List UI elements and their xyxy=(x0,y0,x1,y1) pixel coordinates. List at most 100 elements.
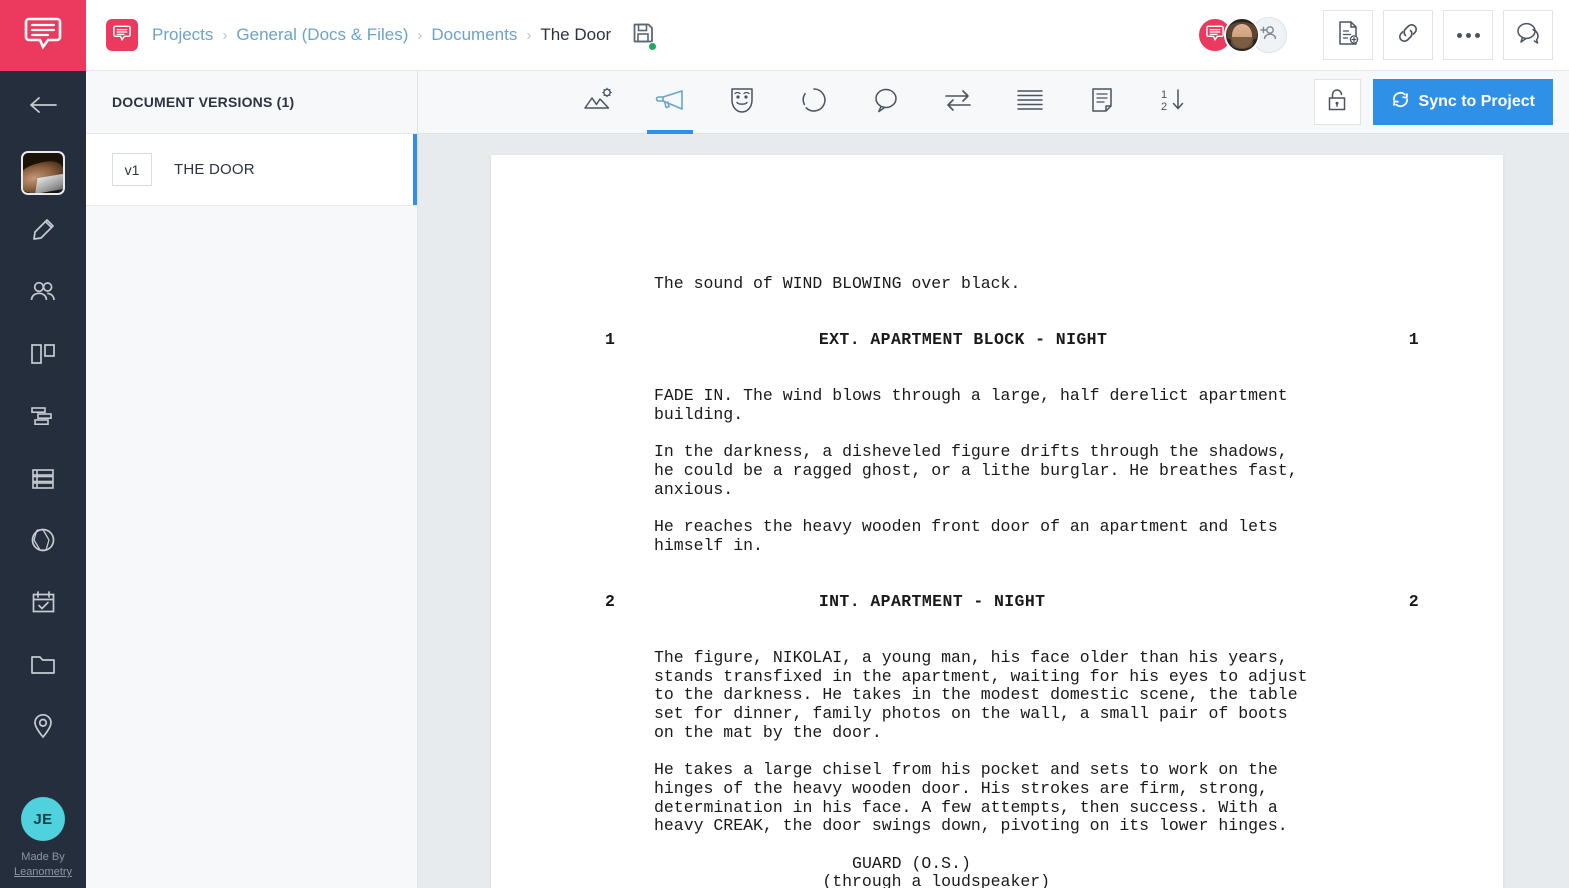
sidebar-item-board[interactable] xyxy=(0,323,86,385)
lock-button[interactable] xyxy=(1313,79,1361,125)
copy-link-button[interactable] xyxy=(1383,10,1433,60)
back-button[interactable] xyxy=(0,71,86,143)
script-parenthetical[interactable]: (through a loudspeaker) xyxy=(491,873,1503,888)
application-window: JE Made By Leanometry Projects › General… xyxy=(0,0,1569,888)
script-action[interactable]: In the darkness, a disheveled figure dri… xyxy=(491,442,1503,499)
script-spacer xyxy=(491,836,1503,855)
export-pdf-button[interactable] xyxy=(1323,10,1373,60)
tool-notes[interactable] xyxy=(1066,71,1138,134)
link-icon xyxy=(1395,20,1421,51)
scene-number-right: 2 xyxy=(1408,591,1419,611)
content-body: DOCUMENT VERSIONS (1) v1 THE DOOR 1 2 Sy… xyxy=(86,71,1569,888)
header-actions xyxy=(1197,10,1553,60)
sidebar-item-project-thumbnail[interactable] xyxy=(0,143,86,199)
align-lines-icon xyxy=(1015,87,1045,118)
scene-number-right: 1 xyxy=(1408,330,1419,350)
script-spacer xyxy=(491,294,1503,313)
sidebar-item-calendar[interactable] xyxy=(0,571,86,633)
breadcrumb-item-general[interactable]: General (Docs & Files) xyxy=(236,25,408,45)
pdf-export-icon xyxy=(1336,20,1360,51)
version-name: THE DOOR xyxy=(174,161,255,178)
script-action[interactable]: FADE IN. The wind blows through a large,… xyxy=(491,386,1503,424)
document-versions-panel: DOCUMENT VERSIONS (1) v1 THE DOOR xyxy=(86,71,418,888)
open-lock-icon xyxy=(1326,87,1348,118)
breadcrumb-separator: › xyxy=(417,26,423,44)
scene-number-left: 2 xyxy=(605,591,616,611)
people-icon xyxy=(29,279,57,305)
script-spacer xyxy=(491,630,1503,649)
script-spacer xyxy=(491,555,1503,574)
version-badge: v1 xyxy=(112,153,152,186)
tool-scenes[interactable] xyxy=(562,71,634,134)
sidebar-item-schedule-gantt[interactable] xyxy=(0,385,86,447)
project-thumbnail-icon xyxy=(21,151,65,195)
script-action[interactable]: The sound of WIND BLOWING over black. xyxy=(491,274,1503,294)
script-scene-heading[interactable]: 1 EXT. APARTMENT BLOCK - NIGHT 1 xyxy=(491,312,1503,368)
kanban-board-icon xyxy=(29,341,57,367)
script-spacer xyxy=(491,499,1503,518)
save-button[interactable] xyxy=(631,21,658,51)
script-action[interactable]: The figure, NIKOLAI, a young man, his fa… xyxy=(491,648,1503,743)
folder-icon xyxy=(29,651,57,677)
main-region: Projects › General (Docs & Files) › Docu… xyxy=(86,0,1569,888)
tool-circle[interactable] xyxy=(778,71,850,134)
breadcrumb-separator: › xyxy=(526,26,532,44)
sidebar-item-breakdown[interactable] xyxy=(0,447,86,509)
sidebar-item-files[interactable] xyxy=(0,633,86,695)
editor-toolbar-actions: Sync to Project xyxy=(1313,79,1569,125)
script-action[interactable]: He takes a large chisel from his pocket … xyxy=(491,760,1503,836)
made-by-footer: Made By Leanometry xyxy=(0,850,86,880)
editor-canvas[interactable]: The sound of WIND BLOWING over black. 1 E… xyxy=(418,134,1569,888)
aperture-icon xyxy=(29,526,57,554)
breadcrumb-separator: › xyxy=(222,26,228,44)
script-character[interactable]: GUARD (O.S.) xyxy=(491,854,1503,874)
version-list-item[interactable]: v1 THE DOOR xyxy=(86,134,417,206)
comments-button[interactable] xyxy=(1503,10,1553,60)
script-spacer xyxy=(491,369,1503,388)
pencil-icon xyxy=(30,217,56,243)
user-avatar[interactable] xyxy=(1224,17,1260,53)
tool-sort[interactable]: 1 2 xyxy=(1138,71,1210,134)
more-options-button[interactable] xyxy=(1443,10,1493,60)
tool-transition[interactable] xyxy=(922,71,994,134)
top-header-bar: Projects › General (Docs & Files) › Docu… xyxy=(86,0,1569,71)
breadcrumb-item-documents[interactable]: Documents xyxy=(431,25,517,45)
sidebar-item-locations[interactable] xyxy=(0,695,86,757)
sort-1-2-down-icon: 1 2 xyxy=(1158,86,1190,119)
sidebar-item-shots[interactable] xyxy=(0,509,86,571)
sidebar-item-write[interactable] xyxy=(0,199,86,261)
breadcrumb-item-current: The Door xyxy=(540,25,612,44)
megaphone-icon xyxy=(654,86,686,119)
calendar-check-icon xyxy=(30,589,57,616)
tool-dialogue[interactable] xyxy=(850,71,922,134)
add-person-icon xyxy=(1259,25,1279,46)
breadcrumb: Projects › General (Docs & Files) › Docu… xyxy=(152,25,611,45)
speech-bubble-logo-icon xyxy=(1205,23,1225,48)
speech-bubble-logo-icon xyxy=(112,23,132,48)
mountains-gear-icon xyxy=(583,86,613,119)
sidebar-item-cast-crew[interactable] xyxy=(0,261,86,323)
avatar: JE xyxy=(21,797,65,841)
primary-nav-rail: JE Made By Leanometry xyxy=(0,0,86,888)
script-spacer xyxy=(491,742,1503,761)
document-note-icon xyxy=(1089,86,1115,119)
ellipsis-icon xyxy=(1456,32,1480,38)
tool-text-lines[interactable] xyxy=(994,71,1066,134)
tool-characters[interactable] xyxy=(706,71,778,134)
app-logo-button[interactable] xyxy=(0,0,86,71)
collaborator-avatars xyxy=(1197,17,1287,53)
script-scene-heading[interactable]: 2 INT. APARTMENT - NIGHT 2 xyxy=(491,574,1503,630)
breadcrumb-item-projects[interactable]: Projects xyxy=(152,25,213,45)
scene-number-left: 1 xyxy=(605,330,616,350)
script-action[interactable]: He reaches the heavy wooden front door o… xyxy=(491,517,1503,555)
script-body[interactable]: The sound of WIND BLOWING over black. 1 E… xyxy=(491,155,1503,888)
speech-bubble-icon xyxy=(872,86,900,119)
sync-to-project-button[interactable]: Sync to Project xyxy=(1372,79,1553,125)
user-avatar-button[interactable]: JE xyxy=(0,788,86,850)
scene-heading-text: INT. APARTMENT - NIGHT xyxy=(818,591,1046,611)
scene-heading-text: EXT. APARTMENT BLOCK - NIGHT xyxy=(818,330,1108,350)
speech-bubble-logo-icon xyxy=(22,12,64,59)
brand-link[interactable]: Leanometry xyxy=(0,865,86,880)
breadcrumb-app-logo[interactable] xyxy=(106,19,138,51)
tool-action[interactable] xyxy=(634,71,706,134)
